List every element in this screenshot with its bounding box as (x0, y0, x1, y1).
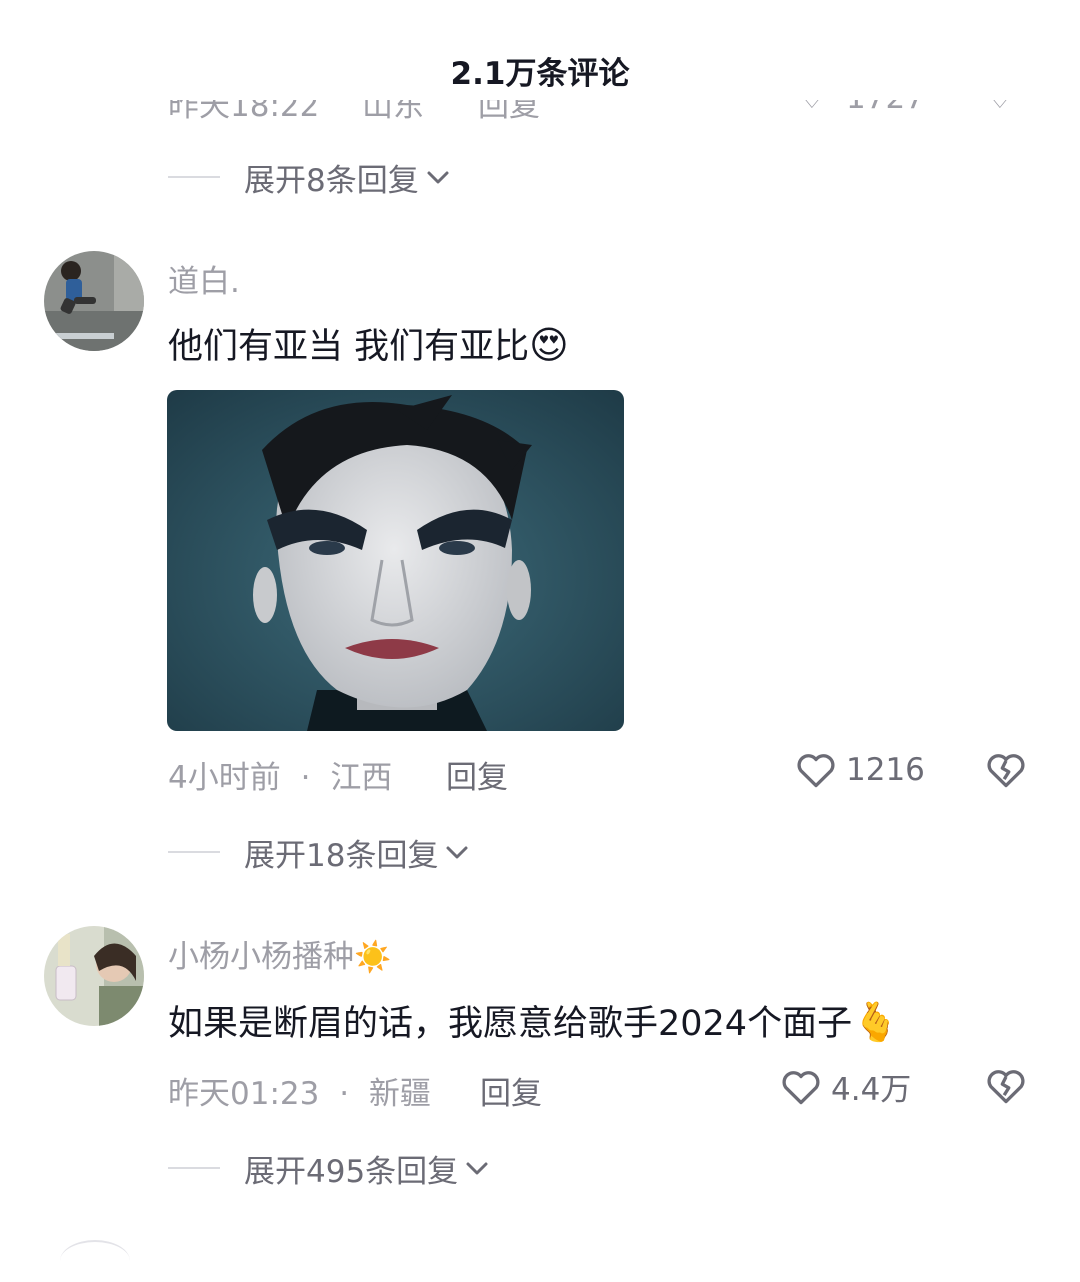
comment-meta: 4小时前 · 江西 (168, 752, 392, 797)
divider-line (168, 851, 220, 853)
heart-eyes-emoji: 😍 (529, 323, 569, 367)
divider-line (168, 176, 220, 178)
like-button[interactable]: 4.4万 (779, 1064, 911, 1109)
sun-emoji: ☀️ (354, 940, 392, 975)
heart-icon (797, 754, 835, 788)
meta-separator: · (339, 1076, 350, 1112)
comments-header: 2.1万条评论 (0, 0, 1080, 100)
expand-replies-button[interactable]: 展开8条回复 (168, 155, 451, 199)
comment-image[interactable] (167, 390, 624, 731)
like-count: 1216 (846, 752, 925, 788)
reply-button[interactable]: 回复 (480, 1068, 542, 1113)
chevron-down-icon (446, 846, 468, 859)
like-button[interactable]: 1216 (794, 748, 925, 792)
reply-button[interactable]: 回复 (446, 752, 508, 797)
chevron-down-icon (427, 171, 449, 184)
comment-location: 江西 (330, 760, 393, 796)
avatar[interactable] (44, 926, 144, 1026)
meta-separator: · (300, 760, 311, 796)
expand-replies-label: 展开8条回复 (244, 162, 419, 199)
divider-line (168, 1167, 220, 1169)
avatar[interactable] (44, 251, 144, 351)
finger-heart-emoji: 🫰 (852, 1000, 900, 1044)
like-count: 4.4万 (831, 1072, 912, 1108)
comment-location: 新疆 (368, 1076, 431, 1112)
heart-icon (782, 1070, 820, 1104)
broken-heart-icon[interactable] (984, 748, 1028, 792)
next-avatar-partial (60, 1240, 130, 1282)
username-text: 小杨小杨播种 (168, 939, 354, 975)
chevron-down-icon (466, 1162, 488, 1175)
comment-text: 如果是断眉的话，我愿意给歌手2024个面子🫰 (168, 995, 899, 1046)
comment-body: 他们有亚当 我们有亚比 (168, 327, 530, 367)
expand-replies-label: 展开18条回复 (244, 837, 439, 874)
comment-username[interactable]: 小杨小杨播种☀️ (168, 931, 391, 976)
comment-meta: 昨天01:23 · 新疆 (168, 1068, 431, 1113)
comment-body: 如果是断眉的话，我愿意给歌手2024个面子 (168, 1004, 853, 1044)
comment-time: 昨天01:23 (168, 1076, 320, 1112)
comment-username[interactable]: 道白. (168, 256, 240, 301)
comment-count-title: 2.1万条评论 (450, 56, 630, 92)
expand-replies-label: 展开495条回复 (244, 1153, 459, 1190)
broken-heart-icon[interactable] (984, 1064, 1028, 1108)
expand-replies-button[interactable]: 展开18条回复 (168, 830, 470, 874)
expand-replies-button[interactable]: 展开495条回复 (168, 1146, 490, 1190)
comment-text: 他们有亚当 我们有亚比😍 (168, 318, 569, 369)
comment-time: 4小时前 (168, 760, 281, 796)
